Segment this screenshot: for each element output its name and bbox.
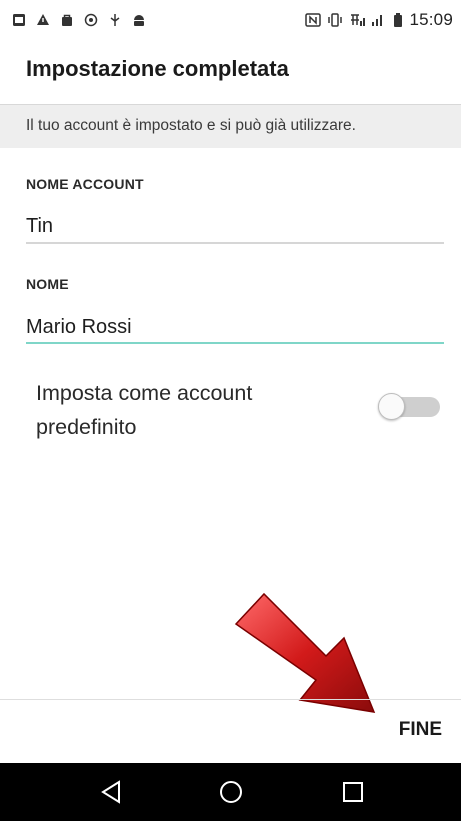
bag-notification-icon bbox=[60, 13, 74, 27]
name-underline bbox=[26, 342, 444, 344]
signal-icon bbox=[371, 13, 387, 27]
default-account-label: Imposta come account predefinito bbox=[36, 381, 253, 439]
status-bar: 15:09 bbox=[0, 0, 461, 40]
back-icon[interactable] bbox=[94, 775, 128, 809]
usb-icon bbox=[108, 13, 122, 27]
wifi-calling-icon bbox=[349, 13, 366, 27]
default-account-toggle[interactable] bbox=[378, 393, 444, 420]
image-notification-icon bbox=[12, 13, 26, 27]
navigation-bar bbox=[0, 763, 461, 821]
account-name-label: NOME ACCOUNT bbox=[26, 176, 144, 192]
vibrate-icon bbox=[327, 13, 343, 27]
nfc-icon bbox=[305, 13, 322, 27]
account-name-field[interactable]: Tin bbox=[26, 215, 53, 238]
done-button[interactable]: FINE bbox=[362, 712, 442, 748]
name-field[interactable]: Mario Rossi bbox=[26, 316, 132, 339]
status-right-icons: 15:09 bbox=[305, 10, 453, 30]
recents-icon[interactable] bbox=[336, 775, 370, 809]
page-title: Impostazione completata bbox=[26, 56, 289, 81]
status-left-icons bbox=[12, 13, 146, 27]
battery-icon bbox=[393, 13, 403, 27]
info-banner: Il tuo account è impostato e si può già … bbox=[0, 104, 461, 148]
name-label: NOME bbox=[26, 276, 69, 292]
toggle-thumb bbox=[378, 393, 405, 420]
warning-notification-icon bbox=[36, 13, 50, 27]
footer-divider bbox=[0, 699, 461, 700]
account-name-underline bbox=[26, 242, 444, 244]
android-debug-icon bbox=[132, 13, 146, 27]
home-icon[interactable] bbox=[214, 775, 248, 809]
status-time: 15:09 bbox=[409, 10, 453, 29]
sync-notification-icon bbox=[84, 13, 98, 27]
